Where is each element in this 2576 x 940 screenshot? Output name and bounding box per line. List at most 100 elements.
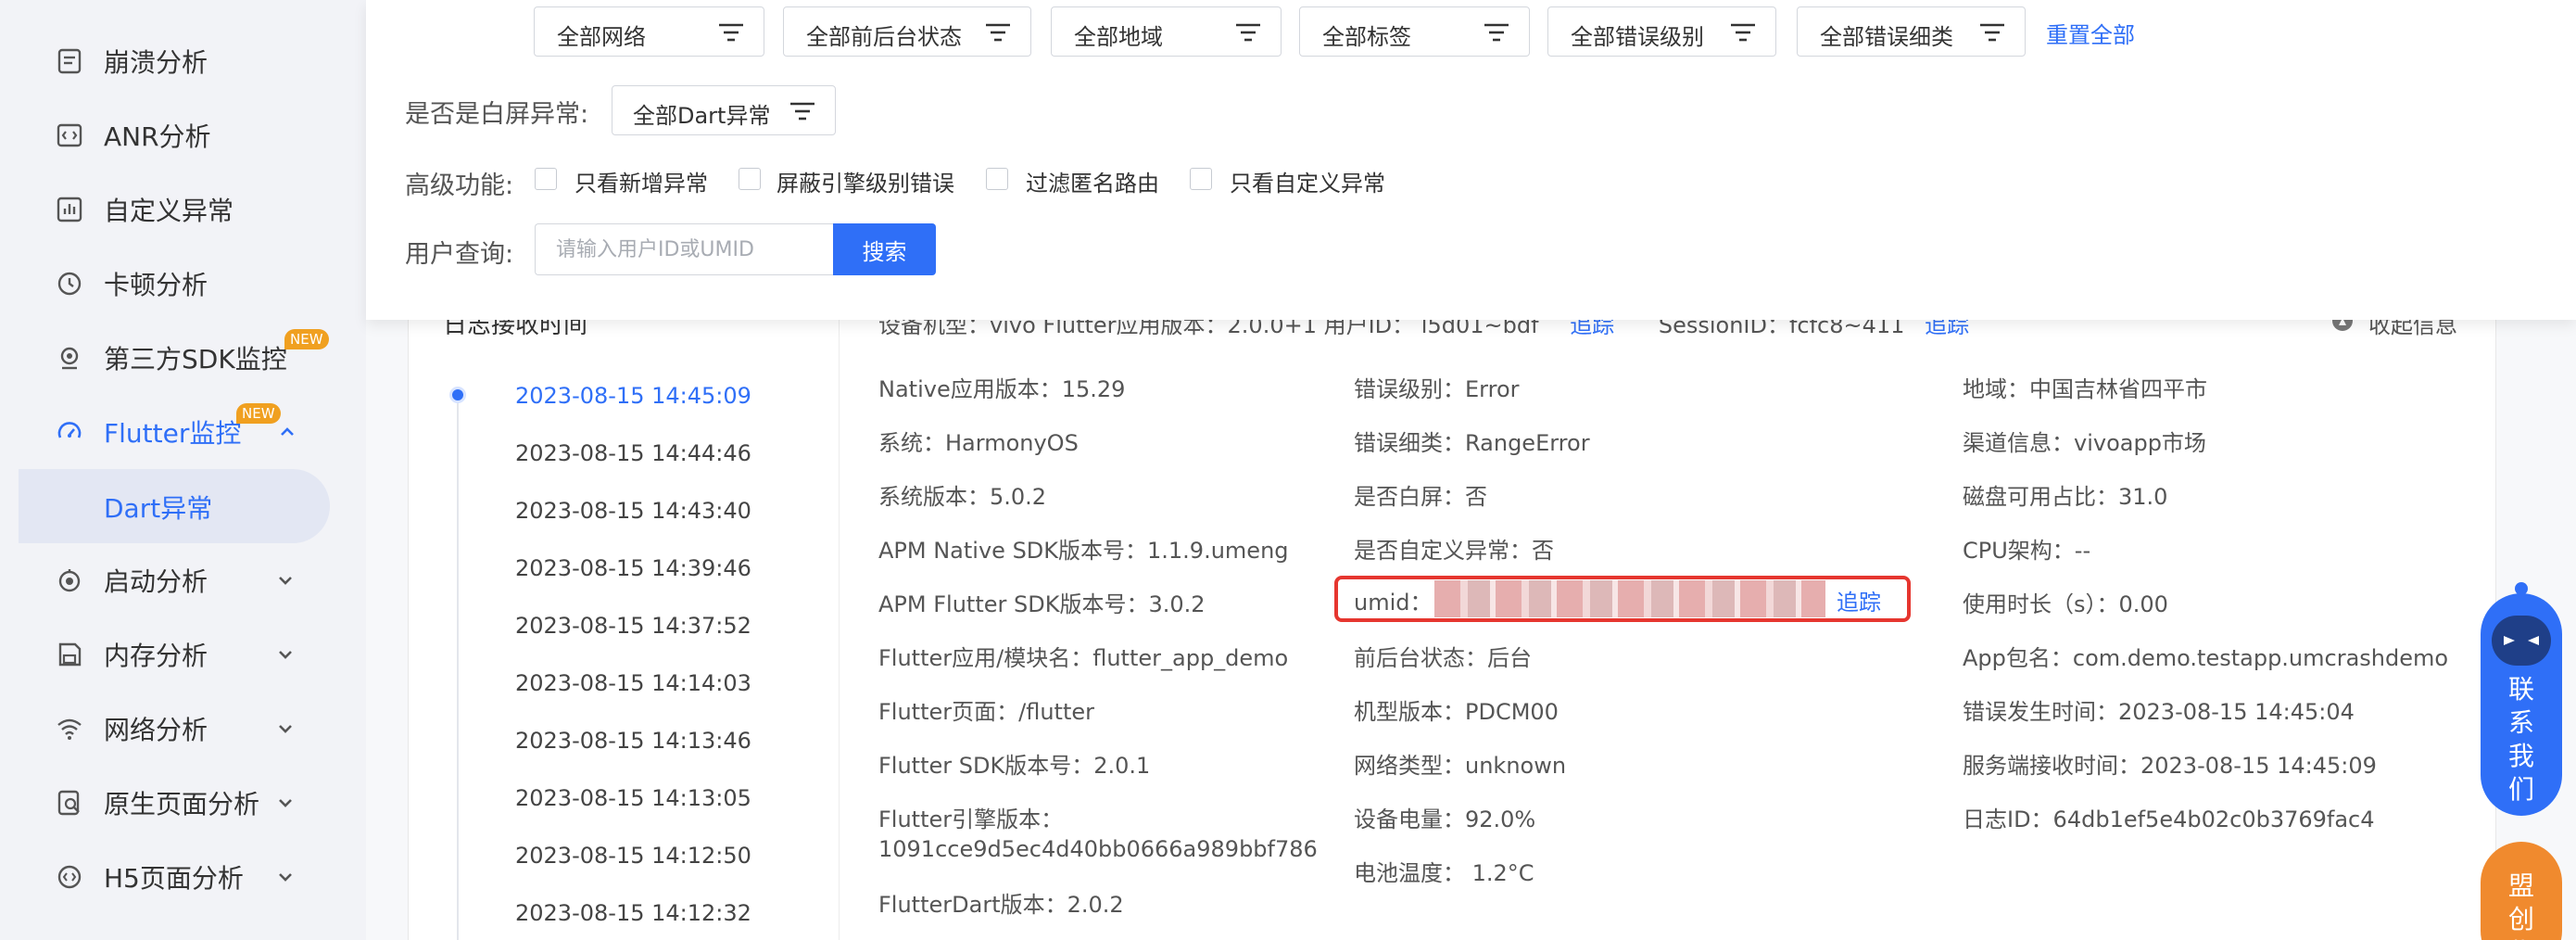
filter-foreground-dropdown[interactable]: 全部前后台状态 [783,6,1031,57]
search-button[interactable]: 搜索 [833,223,936,275]
contact-us-label: 联系我们 [2507,674,2534,805]
filter-network-dropdown[interactable]: 全部网络 [534,6,764,57]
chevron-down-icon[interactable] [269,786,302,819]
detail-field: 前后台状态：后台 [1354,645,1532,671]
custom-exceptions-only-checkbox[interactable] [1190,168,1212,190]
dropdown-label: 全部错误级别 [1571,24,1704,50]
detail-field: 服务端接收时间：2023-08-15 14:45:09 [1963,753,2377,779]
log-time-item[interactable]: 2023-08-15 14:43:40 [515,498,751,524]
new-exceptions-checkbox[interactable] [535,168,557,190]
sidebar-item-startup[interactable]: 启动分析 [0,548,366,613]
filter-error-level-dropdown[interactable]: 全部错误级别 [1547,6,1776,57]
white-screen-label: 是否是白屏异常: [405,100,589,129]
detail-field: 日志ID：64db1ef5e4b02c0b3769fac4 [1963,807,2375,832]
log-time-item[interactable]: 2023-08-15 14:14:03 [515,670,751,696]
dropdown-label: 全部标签 [1322,24,1411,50]
filter-icon [984,21,1012,44]
advanced-label: 高级功能: [405,171,514,200]
detail-field: 机型版本：PDCM00 [1354,699,1559,725]
dropdown-label: 全部错误细类 [1820,24,1953,50]
chevron-down-icon[interactable] [269,712,302,745]
sidebar-subitem-label: Dart异常 [104,493,213,524]
detail-field: 错误细类：RangeError [1354,430,1590,456]
detail-field: 使用时长（s）：0.00 [1963,591,2168,617]
sidebar-item-lag[interactable]: 卡顿分析 [0,251,366,316]
filter-anonymous-routes-checkbox[interactable] [986,168,1008,190]
detail-field: 是否自定义异常：否 [1354,538,1554,564]
sidebar-item-anr[interactable]: ANR分析 [0,103,366,168]
sidebar-subitem-dart-exception[interactable]: Dart异常 [19,469,330,543]
sidebar-item-label: Flutter监控 [104,418,242,449]
log-time-item[interactable]: 2023-08-15 14:12:50 [515,843,751,869]
filter-tag-dropdown[interactable]: 全部标签 [1299,6,1530,57]
timeline-line [457,393,459,940]
new-badge: NEW [284,329,329,349]
divider [839,278,840,940]
sidebar-item-custom-exception[interactable]: 自定义异常 [0,177,366,242]
chevron-down-icon[interactable] [269,564,302,597]
sidebar-item-third-party-sdk[interactable]: 第三方SDK监控 NEW [0,325,366,390]
sidebar-item-memory[interactable]: 内存分析 [0,622,366,687]
filter-error-subtype-dropdown[interactable]: 全部错误细类 [1797,6,2026,57]
sidebar-item-label: 第三方SDK监控 [104,344,287,375]
anr-icon [54,120,85,151]
h5-page-icon [54,861,85,893]
lag-clock-icon [54,268,85,299]
detail-field: 渠道信息：vivoapp市场 [1963,430,2206,456]
startup-icon [54,565,85,596]
checkbox-label[interactable]: 只看自定义异常 [1230,165,1385,197]
filter-icon [1978,21,2006,44]
chevron-down-icon[interactable] [269,638,302,671]
detail-field: 是否白屏：否 [1354,484,1487,510]
dropdown-label: 全部网络 [557,24,646,50]
detail-field: 磁盘可用占比：31.0 [1963,484,2168,510]
log-time-item[interactable]: 2023-08-15 14:39:46 [515,555,751,581]
sidebar-item-label: H5页面分析 [104,863,244,894]
filter-icon [717,21,745,44]
umid-track-link[interactable]: 追踪 [1837,584,1881,616]
third-party-sdk-icon [54,342,85,374]
detail-field: 地域：中国吉林省四平市 [1963,376,2207,402]
log-time-item[interactable]: 2023-08-15 14:13:46 [515,728,751,754]
detail-field: App包名：com.demo.testapp.umcrashdemo [1963,645,2449,671]
sidebar-item-h5-page[interactable]: H5页面分析 [0,845,366,909]
timeline-active-dot [449,387,466,403]
detail-field: 系统版本：5.0.2 [878,484,1047,510]
detail-field: Flutter SDK版本号：2.0.1 [878,753,1151,779]
detail-field: 设备电量：92.0% [1354,807,1536,832]
block-engine-errors-checkbox[interactable] [739,168,761,190]
log-time-item[interactable]: 2023-08-15 14:13:05 [515,785,751,811]
sidebar-item-network[interactable]: 网络分析 [0,696,366,761]
memory-save-icon [54,639,85,670]
native-page-icon [54,787,85,819]
sidebar-item-label: 卡顿分析 [104,270,208,300]
log-time-item[interactable]: 2023-08-15 14:12:32 [515,900,751,926]
checkbox-label[interactable]: 过滤匿名路由 [1026,165,1159,197]
detail-field: 错误发生时间：2023-08-15 14:45:04 [1963,699,2355,725]
log-time-item[interactable]: 2023-08-15 14:44:46 [515,440,751,466]
detail-field: 错误级别：Error [1354,376,1520,402]
checkbox-label[interactable]: 屏蔽引擎级别错误 [777,165,954,197]
chevron-up-icon[interactable] [271,415,304,449]
detail-field: Flutter页面：/flutter [878,699,1095,725]
log-time-item[interactable]: 2023-08-15 14:45:09 [515,383,751,409]
filter-icon [789,100,816,122]
sidebar-item-label: 内存分析 [104,641,208,671]
detail-field: 系统：HarmonyOS [878,430,1079,456]
detail-field: FlutterDart版本：2.0.2 [878,892,1124,918]
sidebar-item-native-page[interactable]: 原生页面分析 [0,770,366,835]
alliance-label: 盟创优 [2507,870,2534,940]
log-time-item[interactable]: 2023-08-15 14:37:52 [515,613,751,639]
user-search-input[interactable] [535,223,833,275]
checkbox-label[interactable]: 只看新增异常 [575,165,708,197]
sidebar-item-label: 启动分析 [104,566,208,597]
filter-dart-dropdown[interactable]: 全部Dart异常 [612,85,836,135]
chevron-down-icon[interactable] [269,860,302,894]
user-query-label: 用户查询: [405,240,514,269]
sidebar-item-label: 崩溃分析 [104,47,208,78]
filter-region-dropdown[interactable]: 全部地域 [1051,6,1282,57]
dropdown-label: 全部Dart异常 [633,103,771,129]
reset-all-link[interactable]: 重置全部 [2046,17,2135,49]
sidebar-item-crash[interactable]: 崩溃分析 [0,29,366,94]
sidebar-item-flutter[interactable]: Flutter监控 NEW [0,400,366,464]
